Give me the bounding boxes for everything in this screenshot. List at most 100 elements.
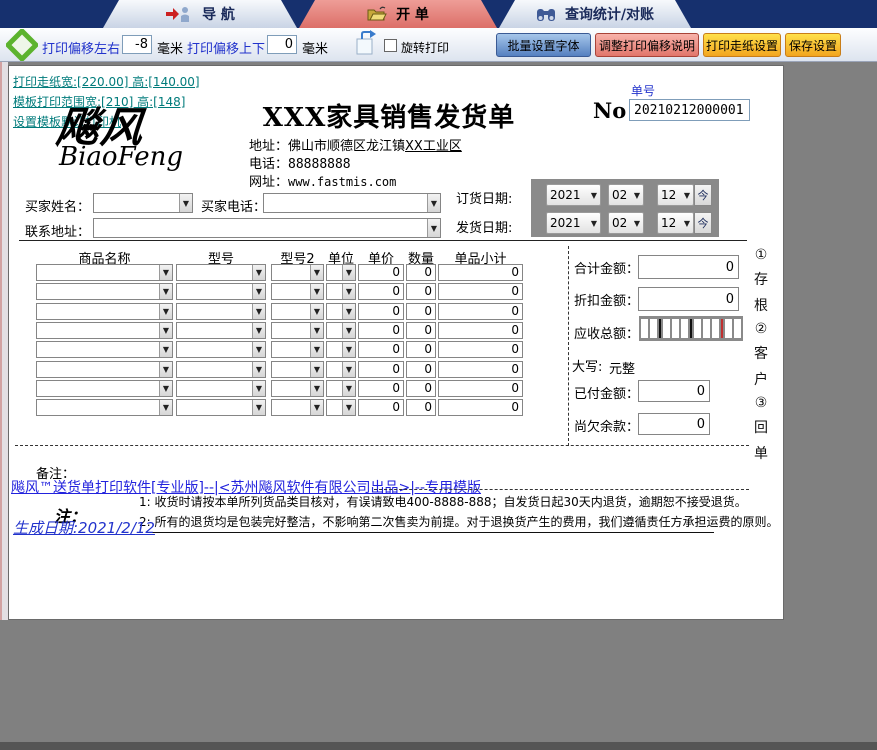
item-combo[interactable]: ▼ [36,360,173,378]
rotate-print-checkbox[interactable] [384,39,397,52]
ship-day-select[interactable]: 12 ▼ [657,212,694,234]
item-combo[interactable]: ▼ [36,264,173,281]
item-value-cell[interactable]: 0 [406,283,436,301]
order-year-select[interactable]: 2021 ▼ [546,184,601,206]
item-combo[interactable]: ▼ [176,302,266,320]
phone-line: 电话：88888888 [249,153,351,172]
item-value-cell[interactable]: 0 [358,360,404,378]
item-value-cell[interactable]: 0 [358,399,404,417]
item-value-cell[interactable]: 0 [438,302,523,320]
item-combo[interactable]: ▼ [36,321,173,339]
item-value-cell[interactable]: 0 [438,341,523,359]
item-value-cell[interactable]: 0 [358,283,404,301]
item-combo[interactable]: ▼ [36,283,173,301]
ship-year-select[interactable]: 2021 ▼ [546,212,601,234]
item-combo[interactable]: ▼ [176,264,266,281]
item-value-cell[interactable]: 0 [406,341,436,359]
item-combo[interactable]: ▼ [326,321,356,339]
item-combo[interactable]: ▼ [326,399,356,417]
item-combo[interactable]: ▼ [271,264,324,281]
chevron-down-icon: ▼ [310,342,323,358]
item-combo[interactable]: ▼ [271,399,324,417]
item-combo[interactable]: ▼ [271,341,324,359]
item-combo[interactable]: ▼ [326,264,356,281]
item-value-cell[interactable]: 0 [358,341,404,359]
item-value-cell[interactable]: 0 [358,379,404,397]
item-value-cell[interactable]: 0 [438,379,523,397]
item-value-cell[interactable]: 0 [438,360,523,378]
item-value-cell[interactable]: 0 [406,264,436,281]
item-combo[interactable]: ▼ [36,302,173,320]
item-combo[interactable]: ▼ [271,379,324,397]
money-grid-black-divider [690,319,692,338]
buyer-name-combo[interactable]: ▼ [93,193,193,213]
address-line: 地址：佛山市顺德区龙江镇XX工业区 [249,135,462,154]
item-value-cell[interactable]: 0 [438,264,523,281]
offset-lr-input[interactable] [122,35,152,54]
order-month-select[interactable]: 02 ▼ [608,184,644,206]
copy-labels-column: ① 存 根 ② 客 户 ③ 回 单 [751,247,771,463]
chevron-down-icon: ▼ [310,322,323,338]
item-combo[interactable]: ▼ [326,302,356,320]
paper-size-link[interactable]: 打印走纸宽:[220.00] 高:[140.00] [13,73,200,90]
item-value-cell[interactable]: 0 [358,302,404,320]
tab-navigation[interactable]: 导 航 [103,0,297,28]
ship-today-button[interactable]: 今 [694,212,712,234]
item-combo[interactable]: ▼ [326,283,356,301]
item-combo[interactable]: ▼ [326,360,356,378]
order-no-input[interactable] [629,99,750,121]
discount-amount-input[interactable]: 0 [638,287,739,311]
batch-font-button[interactable]: 批量设置字体 [496,33,591,57]
item-value-cell[interactable]: 0 [358,321,404,339]
item-combo[interactable]: ▼ [176,360,266,378]
tab-bar: 导 航 开 单 查询统计/对账 [0,0,877,28]
item-combo[interactable]: ▼ [176,341,266,359]
item-value-cell[interactable]: 0 [438,283,523,301]
item-value-cell[interactable]: 0 [406,321,436,339]
tab-billing[interactable]: 开 单 [299,0,497,28]
item-combo[interactable]: ▼ [176,399,266,417]
paid-amount-input[interactable]: 0 [638,380,710,402]
offset-tb-input[interactable] [267,35,297,54]
paper-feed-setting-button[interactable]: 打印走纸设置 [703,33,781,57]
item-combo[interactable]: ▼ [271,321,324,339]
total-amount-input[interactable]: 0 [638,255,739,279]
order-today-button[interactable]: 今 [694,184,712,206]
money-grid-black-divider [659,319,661,338]
generated-date-link[interactable]: 生成日期:2021/2/12 [13,517,155,538]
item-value-cell[interactable]: 0 [438,321,523,339]
item-combo[interactable]: ▼ [176,379,266,397]
item-combo[interactable]: ▼ [326,341,356,359]
caps-value: 元整 [609,362,636,377]
tab-query-stats[interactable]: 查询统计/对账 [499,0,691,28]
item-combo[interactable]: ▼ [176,321,266,339]
item-value-cell[interactable]: 0 [406,379,436,397]
item-combo[interactable]: ▼ [36,399,173,417]
items-table-header: 商品名称 型号 型号2 单位 单价 数量 单品小计 [36,248,523,267]
item-combo[interactable]: ▼ [271,302,324,320]
money-digit-cell [641,319,648,338]
order-day-select[interactable]: 12 ▼ [657,184,694,206]
adjust-offset-help-button[interactable]: 调整打印偏移说明 [595,33,699,57]
buyer-phone-combo[interactable]: ▼ [263,193,441,213]
item-combo[interactable]: ▼ [326,379,356,397]
item-combo[interactable]: ▼ [36,341,173,359]
totals-divider-dashed [568,246,569,446]
ship-date-label: 发货日期: [456,221,513,236]
contact-addr-combo[interactable]: ▼ [93,218,441,238]
ship-month-select[interactable]: 02 ▼ [608,212,644,234]
item-combo[interactable]: ▼ [36,379,173,397]
item-combo[interactable]: ▼ [176,283,266,301]
item-combo[interactable]: ▼ [271,283,324,301]
print-toolbar: 打印偏移左右 毫米 打印偏移上下 毫米 旋转打印 批量设置字体 调整打印偏移说明… [0,27,877,63]
copy-num-3: ③ [754,395,768,411]
item-value-cell[interactable]: 0 [406,302,436,320]
balance-input[interactable]: 0 [638,413,710,435]
item-value-cell[interactable]: 0 [358,264,404,281]
save-settings-button[interactable]: 保存设置 [785,33,841,57]
item-combo[interactable]: ▼ [271,360,324,378]
item-value-cell[interactable]: 0 [406,360,436,378]
item-value-cell[interactable]: 0 [438,399,523,417]
item-value-cell[interactable]: 0 [406,399,436,417]
unit-mm-label-2: 毫米 [302,42,329,57]
